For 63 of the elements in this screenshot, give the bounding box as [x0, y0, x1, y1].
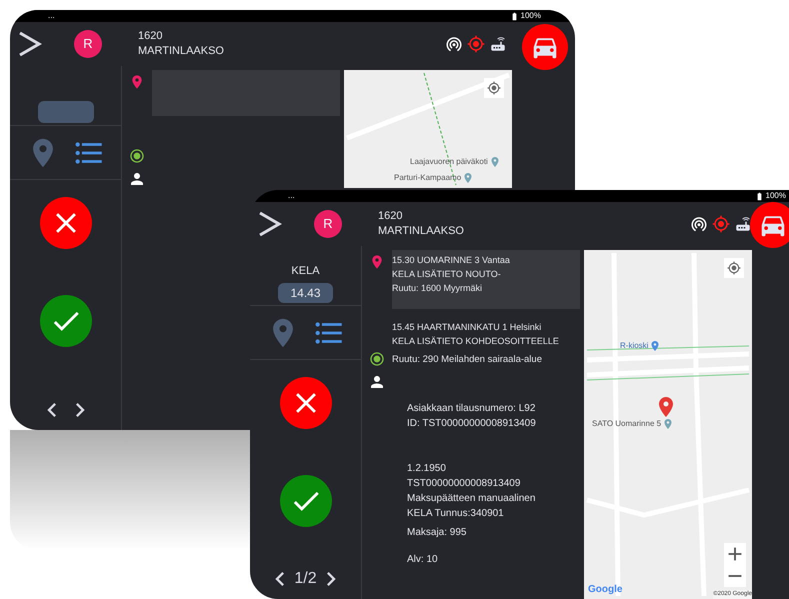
- battery-level: 100%: [520, 12, 541, 20]
- customer-info: Alv: 10: [407, 553, 439, 567]
- reject-button[interactable]: [280, 377, 332, 429]
- stop-text: KELA LISÄTIETO KOHDEOSOITTEELLE: [392, 335, 559, 348]
- stop-text: KELA LISÄTIETO NOUTO-: [392, 268, 501, 281]
- stop-text: 15.30 UOMARINNE 3 Vantaa: [392, 254, 510, 267]
- reject-button[interactable]: [40, 197, 92, 249]
- avatar: R: [74, 30, 102, 58]
- chevron-right-icon[interactable]: [18, 31, 42, 57]
- stop-item[interactable]: 15.30 UOMARINNE 3 Vantaa KELA LISÄTIETO NOUTO- Ruutu: 1600 Myyrmäki: [392, 250, 580, 309]
- area-name: MARTINLAAKSO: [138, 44, 224, 59]
- map-place-label: SATO Uomarinne 5: [592, 418, 662, 430]
- customer-info: ID: TST00000000008913409: [407, 417, 537, 431]
- destination-icon: [369, 351, 385, 367]
- vehicle-number: 1620: [378, 209, 404, 224]
- accept-button[interactable]: [40, 295, 92, 347]
- person-icon: [128, 170, 146, 188]
- accept-button[interactable]: [280, 475, 332, 527]
- destination-icon: [129, 148, 145, 164]
- notification-text: ...: [48, 12, 55, 20]
- customer-info: TST00000000008913409: [407, 477, 522, 491]
- avatar: R: [314, 210, 342, 238]
- place-pin-icon: [649, 340, 662, 352]
- map-place-label: Parturi-Kampaamo: [394, 172, 462, 184]
- antenna-icon: [690, 215, 708, 233]
- map-place-label: Laajavuoren päiväkoti: [410, 156, 488, 168]
- place-pin-icon: [488, 156, 501, 168]
- destination-text: Ruutu: 290 Meilahden sairaala-alue: [392, 352, 542, 366]
- chevron-right-icon[interactable]: [258, 211, 282, 237]
- battery-icon: [510, 12, 519, 20]
- crosshair-icon: [712, 215, 730, 233]
- customer-info: Maksaja: 995: [407, 526, 468, 540]
- person-icon: [368, 373, 386, 391]
- router-icon: [734, 215, 752, 233]
- place-pin-icon: [462, 172, 474, 184]
- crosshair-icon: [467, 35, 485, 53]
- map[interactable]: Laajavuoren päiväkoti Parturi-Kampaamo: [344, 70, 512, 188]
- area-name: MARTINLAAKSO: [378, 224, 464, 239]
- router-icon: [489, 35, 507, 53]
- customer-info: Maksupäätteen manuaalinen: [407, 492, 536, 506]
- antenna-icon: [445, 35, 463, 53]
- notification-text: ...: [288, 192, 295, 200]
- stop-text: 15.45 HAARTMANINKATU 1 Helsinki: [392, 321, 542, 334]
- map-place-label: R-kioski: [620, 340, 648, 352]
- location-button[interactable]: [484, 78, 504, 98]
- location-icon: [487, 81, 501, 95]
- battery-icon: [754, 192, 764, 200]
- customer-info: Asiakkaan tilausnumero: L92: [407, 402, 536, 416]
- category-label: KELA: [291, 264, 320, 278]
- map-logo: Google: [588, 583, 622, 597]
- time-badge: 14.43: [278, 283, 333, 303]
- car-button[interactable]: [750, 202, 789, 248]
- page-indicator: 1/2: [294, 569, 317, 589]
- place-pin-icon: [662, 418, 674, 430]
- stop-item[interactable]: 15.45 HAARTMANINKATU 1 Helsinki KELA LISÄTIETO KOHDEOSOITTEELLE: [392, 317, 580, 351]
- location-icon: [727, 261, 741, 275]
- car-button[interactable]: [522, 24, 568, 70]
- customer-info: KELA Tunnus:340901: [407, 507, 505, 521]
- customer-info: 1.2.1950: [407, 462, 447, 476]
- stop-text: Ruutu: 1600 Myyrmäki: [392, 282, 482, 295]
- battery-level: 100%: [766, 192, 786, 200]
- vehicle-number: 1620: [138, 29, 164, 44]
- location-button[interactable]: [724, 258, 744, 278]
